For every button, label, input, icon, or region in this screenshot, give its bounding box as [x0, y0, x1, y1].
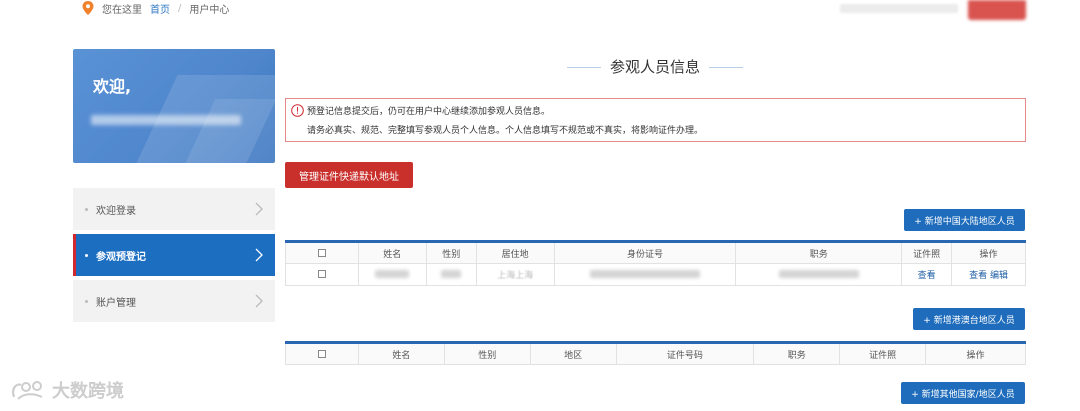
column-header: 性别 [443, 341, 531, 365]
column-header: 地区 [529, 341, 617, 365]
manage-address-button[interactable]: 管理证件快递默认地址 [285, 162, 413, 188]
chevron-right-icon [255, 202, 263, 216]
welcome-title: 欢迎, [93, 77, 132, 96]
table-header-row: 姓名 性别 居住地 身份证号 职务 证件照 操作 [285, 240, 1026, 264]
location-pin-icon [82, 1, 94, 15]
mainland-persons-table: 姓名 性别 居住地 身份证号 职务 证件照 操作 上海上海 查看 查看 编辑 [285, 240, 1026, 286]
select-all-cell[interactable] [285, 341, 359, 365]
breadcrumb-home-link[interactable]: 首页 [150, 1, 170, 16]
column-header: 操作 [925, 341, 1026, 365]
photo-view-link[interactable]: 查看 [901, 263, 953, 286]
view-link[interactable]: 查看 [969, 271, 987, 281]
chevron-right-icon [255, 294, 263, 308]
column-header: 身份证号 [553, 240, 737, 264]
id-number-cell-blurred [553, 263, 737, 286]
sidebar-item-label: 欢迎登录 [96, 205, 136, 217]
bullet-icon [85, 207, 88, 211]
add-hkmt-person-button[interactable]: + 新增港澳台地区人员 [913, 308, 1025, 330]
chevron-right-icon [255, 248, 263, 262]
add-other-country-person-button[interactable]: + 新增其他国家/地区人员 [901, 382, 1025, 404]
top-action-button-blurred[interactable] [968, 0, 1026, 20]
name-cell-blurred [357, 263, 427, 286]
section-title: 参观人员信息 [567, 56, 743, 77]
add-mainland-person-button[interactable]: + 新增中国大陆地区人员 [904, 209, 1025, 231]
notice-box: 预登记信息提交后，仍可在用户中心继续添加参观人员信息。 请务必真实、规范、完整填… [285, 98, 1026, 142]
select-all-checkbox[interactable] [317, 349, 326, 358]
welcome-card: 欢迎, [73, 49, 275, 163]
column-header: 职务 [753, 341, 841, 365]
gender-cell-blurred [425, 263, 477, 286]
table-header-row: 姓名 性别 地区 证件号码 职务 证件照 操作 [285, 341, 1026, 365]
sidebar-item-welcome-login[interactable]: 欢迎登录 [73, 188, 275, 230]
edit-link[interactable]: 编辑 [990, 271, 1008, 281]
column-header: 证件照 [901, 240, 953, 264]
watermark-text: 大数跨境 [52, 381, 124, 402]
column-header: 操作 [951, 240, 1026, 264]
select-all-cell[interactable] [285, 240, 359, 264]
user-name-blurred [91, 115, 241, 125]
notice-line-1: 预登记信息提交后，仍可在用户中心继续添加参观人员信息。 [307, 107, 551, 117]
hkmt-persons-table: 姓名 性别 地区 证件号码 职务 证件照 操作 [285, 341, 1026, 365]
row-checkbox[interactable] [317, 270, 326, 278]
breadcrumb-location-label: 您在这里 [102, 4, 142, 16]
table-row: 上海上海 查看 查看 编辑 [285, 263, 1026, 286]
user-info-blurred [840, 4, 958, 13]
operations-cell: 查看 编辑 [951, 263, 1026, 286]
position-cell-blurred [735, 263, 903, 286]
sidebar-item-account-management[interactable]: 账户管理 [73, 280, 275, 322]
column-header: 职务 [735, 240, 903, 264]
breadcrumb: 您在这里 首页 / 用户中心 [82, 0, 229, 16]
watermark: 大数跨境 [10, 377, 124, 403]
watermark-logo-icon [12, 381, 43, 400]
sidebar-item-visit-registration[interactable]: 参观预登记 [73, 234, 275, 276]
sidebar-item-label: 参观预登记 [96, 251, 146, 263]
column-header: 证件照 [839, 341, 927, 365]
notice-line-2: 请务必真实、规范、完整填写参观人员个人信息。个人信息填写不规范或不真实，将影响证… [307, 126, 704, 136]
sidebar-item-label: 账户管理 [96, 297, 136, 309]
column-header: 性别 [425, 240, 477, 264]
column-header: 姓名 [357, 240, 427, 264]
residence-cell: 上海上海 [475, 263, 555, 286]
breadcrumb-separator: / [178, 2, 182, 14]
select-all-checkbox[interactable] [317, 248, 326, 257]
warning-icon [291, 104, 304, 117]
column-header: 证件号码 [615, 341, 755, 365]
bullet-icon [85, 253, 88, 257]
column-header: 姓名 [357, 341, 445, 365]
breadcrumb-current: 用户中心 [189, 4, 230, 16]
row-select-cell[interactable] [285, 263, 359, 286]
column-header: 居住地 [475, 240, 555, 264]
bullet-icon [85, 299, 88, 303]
